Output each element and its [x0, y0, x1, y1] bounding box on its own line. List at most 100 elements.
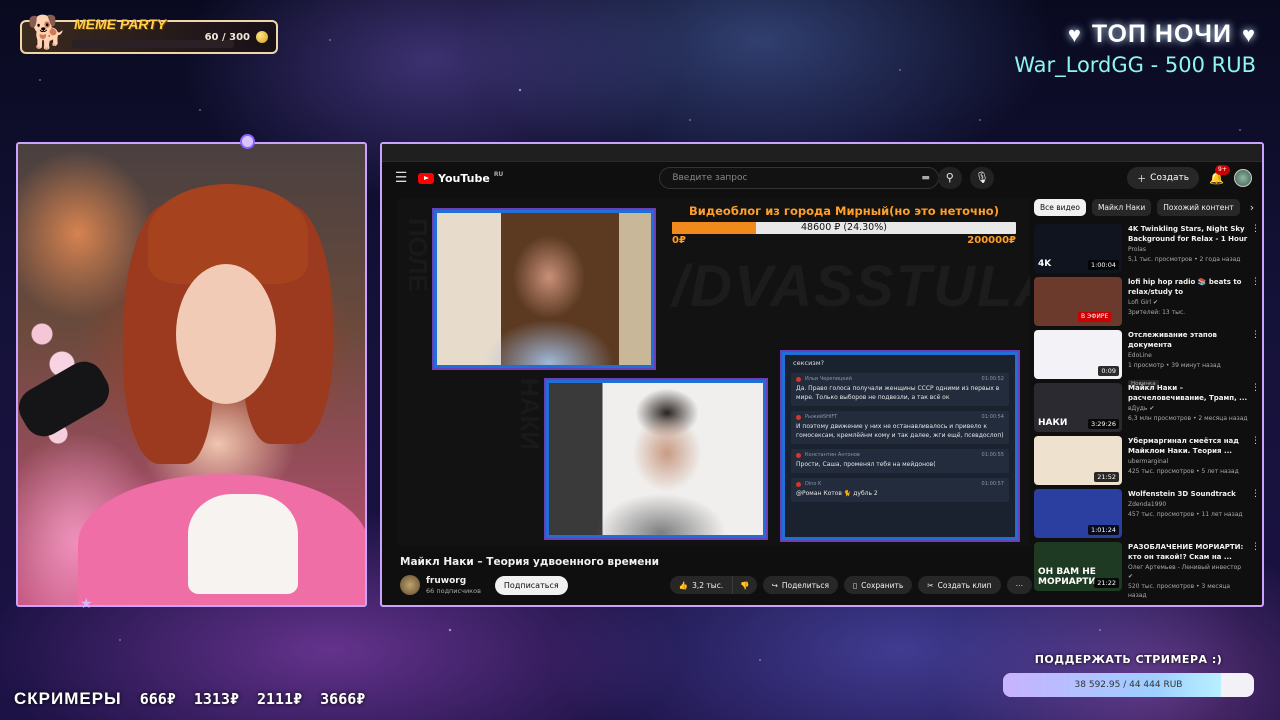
recommendation-item[interactable]: ОН ВАМ НЕ МОРИАРТИ 21:22 РАЗОБЛАЧЕНИЕ МОРИ…	[1034, 542, 1260, 599]
save-button[interactable]: ▯ Сохранить	[844, 576, 913, 594]
recommendation-item[interactable]: 0:09 Отслеживание этапов документа EdoLine…	[1034, 330, 1260, 389]
meme-party-count: 60 / 300	[204, 32, 250, 43]
subscribe-button[interactable]: Подписаться	[494, 575, 568, 595]
recommendation-item[interactable]: НАКИ 3:29:26 Майкл Наки – расчеловечивание…	[1034, 383, 1260, 436]
filter-chips: Все видео Майкл Наки Похожий контент ›	[1034, 198, 1260, 216]
create-button[interactable]: ＋ Создать	[1127, 167, 1200, 189]
video-thumbnail[interactable]: НАКИ 3:29:26	[1034, 383, 1122, 432]
recommendation-channel[interactable]: ubermarginal	[1128, 457, 1248, 466]
meme-party-widget: 🐕 MEME PARTY 60 / 300	[20, 13, 278, 54]
recommendation-channel[interactable]: Prolas	[1128, 245, 1248, 254]
top-donation-widget: ♥ ТОП НОЧИ ♥ War_LordGG - 500 RUB	[1014, 20, 1256, 77]
thumbs-down-icon: 👎	[740, 580, 750, 590]
search-icon[interactable]: ⚲	[937, 167, 962, 189]
channel-name[interactable]: fruworg	[426, 576, 481, 586]
top-donation-title: ТОП НОЧИ	[1091, 20, 1232, 48]
more-options-icon[interactable]: ⋮	[1251, 224, 1260, 234]
dislike-button[interactable]: 👎	[733, 576, 757, 594]
video-side-text: ПОЛЕ	[403, 218, 433, 292]
goal-title: Видеоблог из города Мирный(но это неточн…	[689, 204, 999, 218]
more-options-icon[interactable]: ⋮	[1251, 542, 1260, 552]
video-thumbnail[interactable]: В ЭФИРЕ	[1034, 277, 1122, 326]
more-options-icon[interactable]: ⋮	[1251, 436, 1260, 446]
recommendation-title[interactable]: 4K Twinkling Stars, Night Sky Background…	[1128, 224, 1248, 244]
recommendation-channel[interactable]: Zdenda1990	[1128, 500, 1248, 509]
recommendation-title[interactable]: Убермаргинал смеётся над Майклом Наки. Т…	[1128, 436, 1248, 456]
video-thumbnail[interactable]: 1:01:24	[1034, 489, 1122, 538]
microphone-icon[interactable]: 🎙	[969, 167, 994, 189]
chat-text: @Роман Котов 🐈 дубль 2	[796, 490, 878, 497]
more-options-icon[interactable]: ⋮	[1251, 277, 1260, 287]
like-button[interactable]: 👍 3,2 тыс.	[669, 576, 734, 594]
screamer-price: 1313₽	[193, 690, 239, 708]
channel-avatar[interactable]	[400, 575, 420, 595]
youtube-header: ☰ YouTube RU ▬ ⚲ 🎙 ＋ Создать 🔔 9+	[382, 162, 1262, 194]
keyboard-icon[interactable]: ▬	[921, 173, 930, 183]
chat-user-icon	[796, 414, 801, 420]
recommendation-meta: 1 просмотр • 39 минут назад	[1128, 362, 1221, 369]
recommendation-channel[interactable]: Lofi Girl ✔	[1128, 298, 1248, 307]
video-duration: 1:01:24	[1087, 525, 1119, 535]
chat-message: Константин Антонов 01:00:55 Прости, Саша, …	[791, 449, 1009, 473]
chat-text: Да. Право голоса получали женщины СССР о…	[796, 385, 1000, 401]
meme-party-title: MEME PARTY	[74, 16, 167, 32]
recommendation-channel[interactable]: вДудь ✔	[1128, 404, 1248, 413]
thumbnail-badge: 4K	[1038, 259, 1052, 269]
video-thumbnail[interactable]: 0:09	[1034, 330, 1122, 379]
video-watermark: /DVASSTULA	[672, 254, 1030, 319]
browser-tab-strip[interactable]	[382, 144, 1262, 162]
recommendation-title[interactable]: lofi hip hop radio 📚 beats to relax/stud…	[1128, 277, 1248, 297]
recommendation-title[interactable]: Отслеживание этапов документа	[1128, 330, 1248, 350]
thumbs-up-icon: 👍	[678, 580, 689, 590]
recommendations-sidebar: Все видео Майкл Наки Похожий контент › 4…	[1034, 198, 1260, 605]
video-thumbnail[interactable]: 21:52	[1034, 436, 1122, 485]
screamer-price: 3666₽	[320, 690, 366, 708]
subscriber-count: 66 подписчиков	[426, 586, 481, 595]
support-title: ПОДДЕРЖАТЬ СТРИМЕРА :)	[1034, 653, 1223, 666]
more-options-icon[interactable]: ⋮	[1251, 489, 1260, 499]
chip-all-videos[interactable]: Все видео	[1034, 198, 1086, 216]
recommendation-item[interactable]: В ЭФИРЕ lofi hip hop radio 📚 beats to rel…	[1034, 277, 1260, 330]
chip-michael-naki[interactable]: Майкл Наки	[1091, 198, 1152, 216]
screamers-title: СКРИМЕРЫ	[14, 689, 122, 708]
recommendation-title[interactable]: Майкл Наки – расчеловечивание, Трамп, ..…	[1128, 383, 1248, 403]
recommendation-item[interactable]: 4K 1:00:04 4K Twinkling Stars, Night Sky B…	[1034, 224, 1260, 277]
recommendation-title[interactable]: РАЗОБЛАЧЕНИЕ МОРИАРТИ: кто он такой!? Ск…	[1128, 542, 1248, 562]
youtube-logo[interactable]: YouTube RU	[418, 171, 503, 185]
recommendation-title[interactable]: Wolfenstein 3D Soundtrack	[1128, 489, 1248, 499]
chip-similar-content[interactable]: Похожий контент	[1157, 198, 1240, 216]
chat-user-icon	[796, 376, 801, 382]
video-side-text: НАКИ	[515, 378, 545, 451]
video-player[interactable]: /DVASSTULA ПОЛЕ НАКИ Видеоблог из города…	[398, 198, 1030, 546]
video-chat-overlay: сексизм? Ильи Черепицкий 01:00:52 Да. Прав…	[782, 352, 1018, 540]
recommendation-item[interactable]: 1:01:24 Wolfenstein 3D Soundtrack Zdenda19…	[1034, 489, 1260, 542]
notifications-bell-icon[interactable]: 🔔 9+	[1209, 165, 1230, 185]
support-progress-text: 38 592.95 / 44 444 RUB	[1074, 680, 1183, 690]
recommendation-meta: 425 тыс. просмотров • 5 лет назад	[1128, 468, 1239, 475]
goal-min: 0₽	[672, 235, 686, 246]
hamburger-menu-icon[interactable]: ☰	[392, 170, 410, 186]
screamer-price: 2111₽	[256, 690, 303, 708]
goal-progress-text: 48600 ₽ (24.30%)	[801, 222, 887, 233]
chevron-right-icon[interactable]: ›	[1250, 201, 1254, 214]
goal-progress-bar: 48600 ₽ (24.30%)	[672, 222, 1016, 234]
recommendation-channel[interactable]: EdoLine	[1128, 351, 1248, 360]
share-button[interactable]: ↪ Поделиться	[762, 576, 838, 594]
clip-button[interactable]: ✂ Создать клип	[918, 576, 1001, 594]
yin-yang-icon	[240, 134, 255, 149]
recommendation-item[interactable]: 21:52 Убермаргинал смеётся над Майклом На…	[1034, 436, 1260, 489]
streamer-face	[176, 264, 276, 404]
recommendation-channel[interactable]: Олег Артемьев - Ленивый инвестор ✔	[1128, 563, 1248, 581]
chat-user-icon	[796, 481, 801, 487]
account-avatar[interactable]	[1234, 169, 1252, 187]
video-thumbnail[interactable]: ОН ВАМ НЕ МОРИАРТИ 21:22	[1034, 542, 1122, 591]
more-actions-button[interactable]: ⋯	[1006, 576, 1032, 594]
more-options-icon[interactable]: ⋮	[1251, 330, 1260, 340]
chat-username: РыжийSHIFT	[805, 414, 838, 420]
save-icon: ▯	[853, 580, 858, 590]
heart-icon: ♥	[1241, 21, 1256, 47]
more-options-icon[interactable]: ⋮	[1251, 383, 1260, 393]
browser-window: ☰ YouTube RU ▬ ⚲ 🎙 ＋ Создать 🔔 9+ /DVASS…	[380, 142, 1264, 607]
search-input[interactable]	[659, 167, 940, 189]
video-thumbnail[interactable]: 4K 1:00:04	[1034, 224, 1122, 273]
